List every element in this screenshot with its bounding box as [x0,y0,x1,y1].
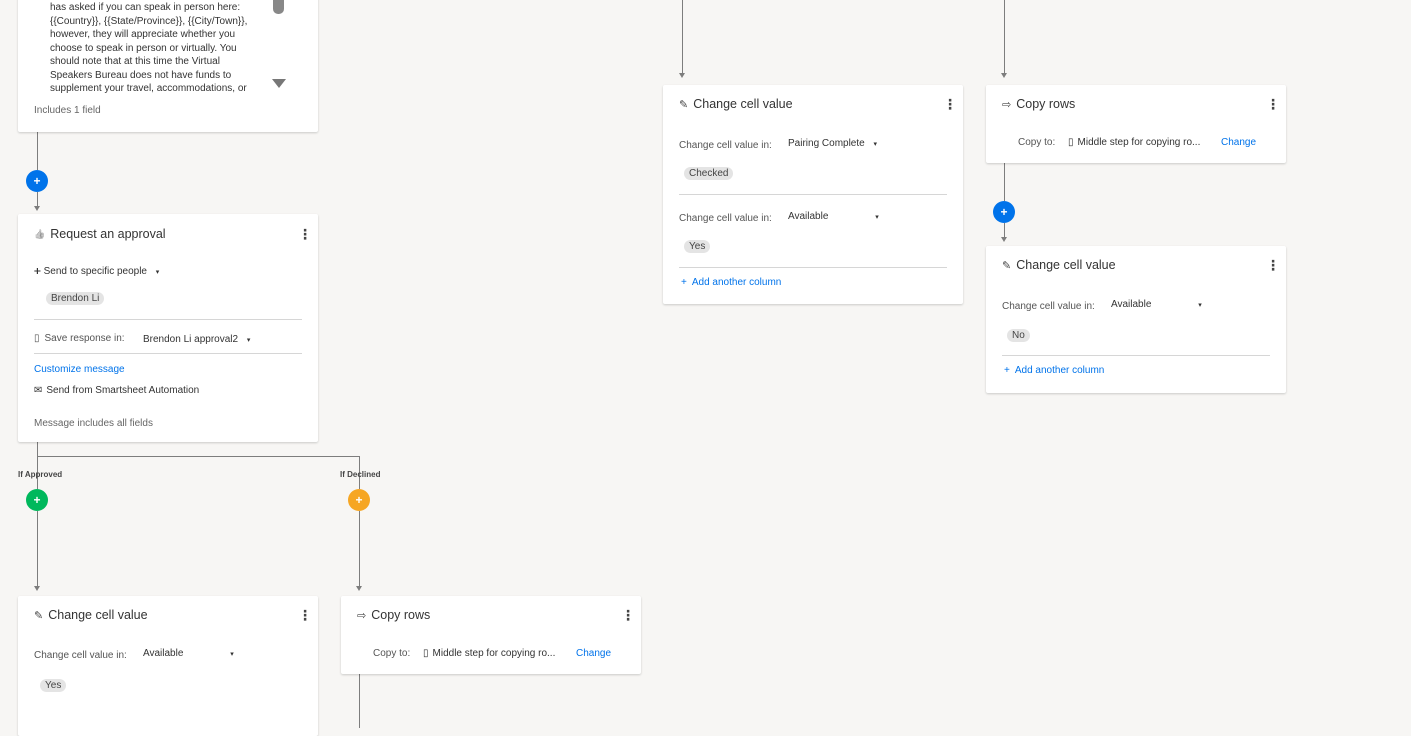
person-add-icon: ➕︎ [34,266,41,276]
request-approval-card[interactable]: 👍 Request an approval ⋮ ➕︎ Send to speci… [18,214,318,442]
chevron-down-icon: ▾ [246,337,251,344]
connector-line [37,132,38,170]
sheet-icon: ▯ [423,648,429,659]
divider [34,319,302,320]
pencil-icon: ✎ [1002,259,1012,272]
scrollbar-thumb[interactable] [273,0,284,14]
add-step-approved-button[interactable]: + [26,489,48,511]
send-to-dropdown[interactable]: ➕︎ Send to specific people ▾ [34,266,159,277]
send-from-setting[interactable]: ✉ Send from Smartsheet Automation [34,385,199,396]
add-another-column-link[interactable]: + Add another column [681,277,781,288]
divider [1002,355,1270,356]
value-chip[interactable]: Yes [40,679,67,692]
add-step-button[interactable]: + [26,170,48,192]
change-cell-label: Change cell value in: [34,650,127,661]
connector-arrow [356,586,362,591]
chevron-down-icon: ▾ [230,651,234,658]
card-title: ⇨ Copy rows [1002,97,1076,111]
branch-label-approved: If Approved [18,470,63,479]
pencil-icon: ✎ [679,98,689,111]
approved-change-cell-card[interactable]: ✎ Change cell value ⋮ Change cell value … [18,596,318,736]
right-change-cell-card[interactable]: ✎ Change cell value ⋮ Change cell value … [986,246,1286,393]
recipient-chip[interactable]: Brendon Li [46,292,105,305]
card-title: ⇨ Copy rows [357,608,431,622]
more-options-icon[interactable]: ⋮ [943,97,957,111]
change-cell-label: Change cell value in: [1002,301,1095,312]
connector-line [1004,0,1005,74]
column-dropdown[interactable]: Available ▾ [788,211,879,222]
connector-arrow [1001,237,1007,242]
more-options-icon[interactable]: ⋮ [1266,97,1280,111]
chevron-down-icon: ▾ [875,214,879,221]
target-sheet: ▯ Middle step for copying ro... [1068,137,1201,148]
copy-rows-icon: ⇨ [357,609,367,622]
copy-to-label: Copy to: [373,648,411,659]
card-title: ✎ Change cell value [34,608,148,622]
customize-message-link[interactable]: Customize message [34,364,125,375]
chevron-down-icon: ▾ [1198,302,1202,309]
copy-rows-icon: ⇨ [1002,98,1012,111]
save-icon: ▯ [34,333,40,344]
change-cell-label: Change cell value in: [679,140,772,151]
more-options-icon[interactable]: ⋮ [621,608,635,622]
column-dropdown[interactable]: Pairing Complete ▾ [788,138,877,149]
value-chip[interactable]: Checked [684,167,734,180]
chevron-down-icon: ▾ [155,269,160,276]
mail-icon: ✉ [34,385,43,396]
connector-line [359,674,360,728]
save-response-dropdown[interactable]: Brendon Li approval2 ▾ [143,334,250,345]
thumbs-up-icon: 👍 [34,228,46,239]
connector-line [37,511,38,588]
pencil-icon: ✎ [34,609,44,622]
more-options-icon[interactable]: ⋮ [1266,258,1280,272]
divider [679,267,947,268]
connector-line [37,442,38,489]
save-response-label: ▯ Save response in: [34,333,125,344]
message-text: has asked if you can speak in person her… [50,2,248,94]
change-sheet-link[interactable]: Change [576,648,611,659]
chevron-down-icon: ▾ [873,141,878,148]
change-sheet-link[interactable]: Change [1221,137,1256,148]
branch-label-declined: If Declined [340,470,381,479]
add-step-declined-button[interactable]: + [348,489,370,511]
right-copy-rows-card[interactable]: ⇨ Copy rows ⋮ Copy to: ▯ Middle step for … [986,85,1286,163]
declined-copy-rows-card[interactable]: ⇨ Copy rows ⋮ Copy to: ▯ Middle step for … [341,596,641,674]
connector-arrow [1001,73,1007,78]
connector-line [682,0,683,74]
more-options-icon[interactable]: ⋮ [298,227,312,241]
plus-icon: + [681,277,687,288]
copy-to-label: Copy to: [1018,137,1056,148]
middle-change-cell-card[interactable]: ✎ Change cell value ⋮ Change cell value … [663,85,963,304]
more-options-icon[interactable]: ⋮ [298,608,312,622]
scroll-down-icon[interactable] [272,79,286,88]
add-step-button[interactable]: + [993,201,1015,223]
connector-line [1004,163,1005,201]
target-sheet: ▯ Middle step for copying ro... [423,648,556,659]
connector-arrow [34,586,40,591]
divider [34,353,302,354]
change-cell-label: Change cell value in: [679,213,772,224]
card-title: ✎ Change cell value [679,97,793,111]
connector-line [37,456,360,457]
column-dropdown[interactable]: Available ▾ [1111,299,1202,310]
add-another-column-link[interactable]: + Add another column [1004,365,1104,376]
column-dropdown[interactable]: Available ▾ [143,648,234,659]
sheet-icon: ▯ [1068,137,1074,148]
includes-fields-text: Includes 1 field [34,105,101,116]
value-chip[interactable]: No [1007,329,1030,342]
message-card: has asked if you can speak in person her… [18,0,318,132]
connector-line [359,511,360,588]
message-includes-text: Message includes all fields [34,418,153,429]
connector-arrow [34,206,40,211]
plus-icon: + [1004,365,1010,376]
card-title: ✎ Change cell value [1002,258,1116,272]
divider [679,194,947,195]
card-title: 👍 Request an approval [34,227,166,241]
connector-arrow [679,73,685,78]
value-chip[interactable]: Yes [684,240,711,253]
